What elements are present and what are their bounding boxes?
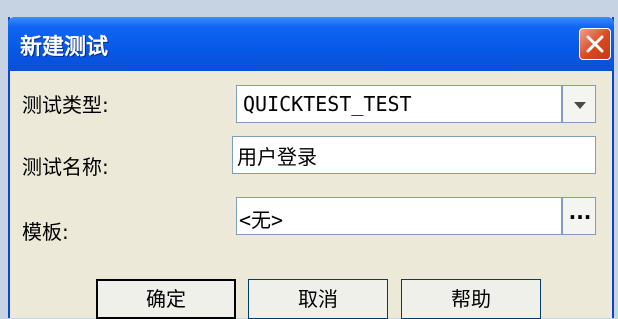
template-label: 模板:	[22, 220, 69, 244]
template-browse-button[interactable]: ...	[562, 197, 596, 235]
close-button[interactable]	[579, 28, 611, 60]
template-value: <无>	[239, 208, 284, 232]
chevron-down-icon	[574, 102, 586, 109]
dialog-title: 新建测试	[20, 35, 109, 60]
test-name-value: 用户登录	[237, 145, 317, 169]
new-test-dialog: 新建测试 测试类型: QUICKTEST_TEST 测试名称: 用户登录 模板:…	[8, 17, 614, 319]
close-icon	[586, 35, 604, 53]
ok-button[interactable]: 确定	[96, 279, 236, 319]
browse-label: ...	[568, 200, 592, 224]
help-button[interactable]: 帮助	[401, 279, 541, 319]
test-name-label: 测试名称:	[22, 155, 109, 179]
cancel-button[interactable]: 取消	[248, 279, 388, 319]
template-input[interactable]: <无>	[236, 197, 562, 235]
title-bar[interactable]: 新建测试	[8, 17, 614, 71]
test-type-select[interactable]: QUICKTEST_TEST	[236, 85, 562, 123]
test-type-dropdown-button[interactable]	[562, 85, 596, 123]
test-type-label: 测试类型:	[22, 93, 109, 117]
test-name-input[interactable]: 用户登录	[232, 136, 596, 174]
test-type-value: QUICKTEST_TEST	[243, 92, 412, 116]
